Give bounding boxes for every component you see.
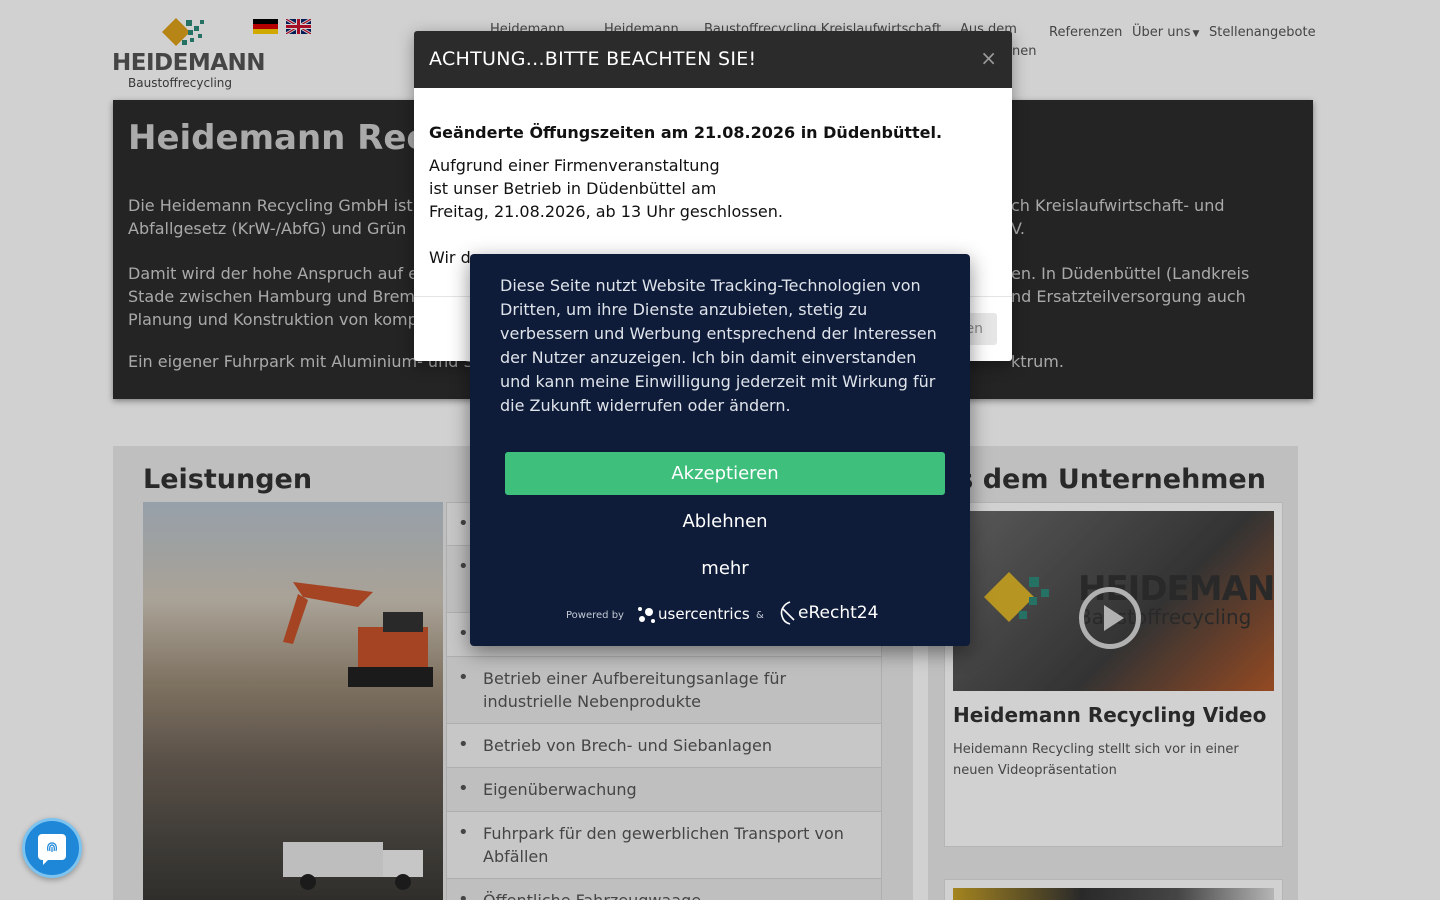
modal-spacer: [429, 223, 999, 246]
close-icon[interactable]: ×: [980, 46, 997, 70]
more-button[interactable]: mehr: [505, 555, 945, 583]
usercentrics-logo[interactable]: usercentrics: [636, 601, 750, 629]
modal-title: ACHTUNG...BITTE BEACHTEN SIE!: [429, 48, 757, 70]
usercentrics-icon: [638, 607, 655, 623]
modal-line-3: Freitag, 21.08.2026, ab 13 Uhr geschloss…: [429, 202, 783, 221]
consent-text: Diese Seite nutzt Website Tracking-Techn…: [500, 276, 937, 415]
modal-lead: Geänderte Öffungszeiten am 21.08.2026 in…: [429, 123, 943, 142]
usercentrics-text: usercentrics: [658, 605, 750, 623]
erecht24-icon: [780, 601, 795, 625]
modal-header: ACHTUNG...BITTE BEACHTEN SIE! ×: [414, 31, 1012, 88]
modal-line-2: ist unser Betrieb in Düdenbüttel am: [429, 179, 717, 198]
ampersand: &: [756, 610, 764, 621]
modal-body: Geänderte Öffungszeiten am 21.08.2026 in…: [429, 121, 999, 269]
privacy-settings-button[interactable]: [22, 818, 82, 878]
cookie-consent-banner: Diese Seite nutzt Website Tracking-Techn…: [470, 254, 970, 646]
erecht24-text: eRecht24: [798, 603, 879, 623]
powered-by-label: Powered by: [566, 610, 624, 621]
modal-line-1: Aufgrund einer Firmenveranstaltung: [429, 156, 720, 175]
deny-button[interactable]: Ablehnen: [505, 508, 945, 536]
fingerprint-icon: [47, 842, 57, 852]
accept-button[interactable]: Akzeptieren: [505, 452, 945, 495]
erecht24-logo[interactable]: eRecht24: [776, 600, 886, 628]
